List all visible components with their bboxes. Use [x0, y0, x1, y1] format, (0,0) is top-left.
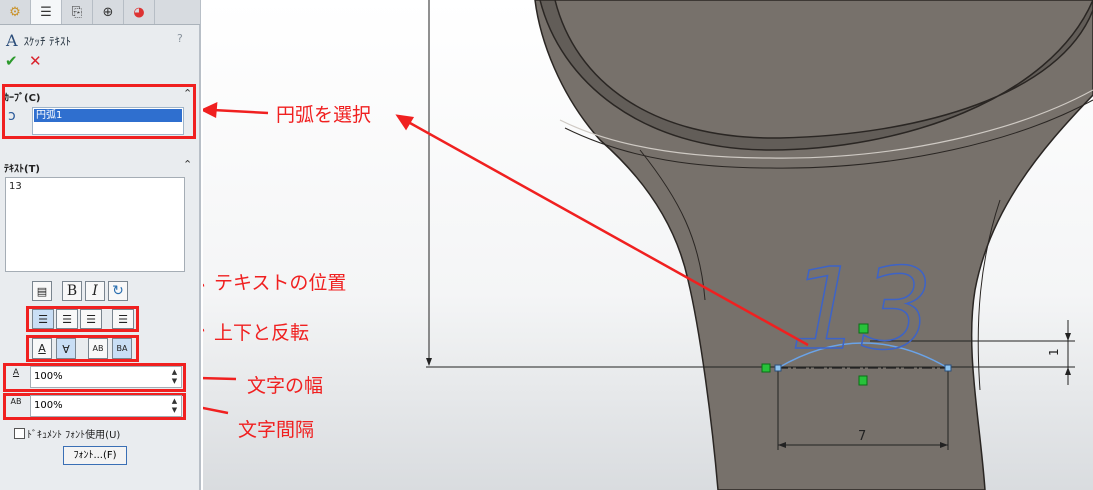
flip-horizontal-normal-button[interactable]: AB [88, 338, 108, 359]
italic-button[interactable]: I [85, 281, 105, 301]
spacing-icon: AB [10, 397, 22, 406]
arc-start-handle[interactable] [761, 363, 771, 373]
link-property-button[interactable]: ▤ [32, 281, 52, 301]
manager-tabs: ⚙ ☰ ⎘ ⊕ ◕ [0, 0, 200, 25]
link-property-icon: ▤ [36, 284, 48, 298]
width-factor-icon: A [12, 368, 20, 378]
spinner-arrows[interactable]: ▲ ▼ [169, 397, 180, 415]
width-factor-value: 100% [34, 371, 63, 382]
dimension-vertical-label[interactable]: 1 [1047, 348, 1061, 356]
flip-horizontal-reverse-button[interactable]: BA [112, 338, 132, 359]
dim-xpert-icon: ⊕ [102, 4, 114, 20]
bold-button[interactable]: B [62, 281, 82, 301]
feature-manager-icon: ⚙ [9, 4, 21, 20]
align-left-icon: ☰ [38, 312, 48, 326]
align-right-icon: ☰ [86, 312, 96, 326]
checkbox-box[interactable] [14, 428, 25, 439]
width-factor-input[interactable]: 100% ▲ ▼ [30, 366, 182, 388]
dim-xpert-tab[interactable]: ⊕ [93, 0, 124, 24]
spacing-value: 100% [34, 400, 63, 411]
help-icon[interactable]: ? [177, 32, 183, 45]
curve-icon: ↄ [8, 108, 16, 124]
justify-icon: ☰ [118, 312, 128, 326]
align-left-button[interactable]: ☰ [32, 309, 54, 329]
use-document-font-checkbox[interactable]: ﾄﾞｷｭﾒﾝﾄ ﾌｫﾝﾄ使用(U) [14, 426, 120, 441]
annotation-char-width: 文字の幅 [247, 375, 324, 397]
annotation-text-position: テキストの位置 [214, 272, 347, 294]
property-manager-icon: ☰ [40, 4, 52, 20]
panel-title-label: ｽｹｯﾁ ﾃｷｽﾄ [23, 34, 72, 48]
curve-selected-item[interactable]: 円弧1 [34, 109, 182, 122]
configuration-manager-tab[interactable]: ⎘ [62, 0, 93, 24]
spinner-arrows[interactable]: ▲ ▼ [169, 368, 180, 386]
dimension-horizontal-label[interactable]: 7 [858, 429, 866, 444]
align-right-button[interactable]: ☰ [80, 309, 102, 329]
property-manager-tab[interactable]: ☰ [31, 0, 62, 24]
annotation-flip: 上下と反転 [214, 322, 310, 344]
arc-center-handle[interactable] [858, 323, 869, 334]
display-manager-icon: ◕ [133, 4, 145, 20]
spacing-input[interactable]: 100% ▲ ▼ [30, 395, 182, 417]
align-center-button[interactable]: ☰ [56, 309, 78, 329]
graphics-area[interactable]: 1 7 13 [203, 0, 1093, 490]
align-center-icon: ☰ [62, 312, 72, 326]
sketch-text-icon: A [6, 31, 18, 50]
flip-vertical-down-button[interactable]: A [56, 338, 76, 359]
cancel-button[interactable]: ✕ [29, 52, 42, 70]
text-input[interactable]: 13 [5, 177, 185, 272]
font-button[interactable]: ﾌｫﾝﾄ...(F) [63, 446, 127, 465]
midpoint-handle[interactable] [858, 375, 868, 386]
display-manager-tab[interactable]: ◕ [124, 0, 155, 24]
curve-selection-list[interactable]: 円弧1 [32, 107, 184, 135]
justify-button[interactable]: ☰ [112, 309, 134, 329]
chevron-up-icon[interactable]: ⌃ [183, 158, 192, 171]
sketch-text[interactable]: 13 [789, 244, 933, 376]
rotate-icon: ↻ [112, 283, 124, 299]
rotate-button[interactable]: ↻ [108, 281, 128, 301]
arc-endpoint[interactable] [774, 364, 782, 372]
feature-manager-tab[interactable]: ⚙ [0, 0, 31, 24]
configuration-manager-icon: ⎘ [71, 4, 83, 20]
annotation-char-spacing: 文字間隔 [238, 419, 315, 441]
flip-vertical-up-button[interactable]: A [32, 338, 52, 359]
annotation-select-arc: 円弧を選択 [276, 104, 372, 126]
arc-endpoint[interactable] [944, 364, 952, 372]
ok-button[interactable]: ✔ [5, 52, 18, 70]
use-document-font-label: ﾄﾞｷｭﾒﾝﾄ ﾌｫﾝﾄ使用(U) [27, 430, 121, 441]
property-manager-panel: ⚙ ☰ ⎘ ⊕ ◕ A ｽｹｯﾁ ﾃｷｽﾄ ? ✔ ✕ ｶｰﾌﾞ(C) ⌃ ↄ … [0, 0, 201, 490]
text-section-header[interactable]: ﾃｷｽﾄ(T) [4, 160, 40, 175]
panel-title: A ｽｹｯﾁ ﾃｷｽﾄ [6, 31, 71, 50]
